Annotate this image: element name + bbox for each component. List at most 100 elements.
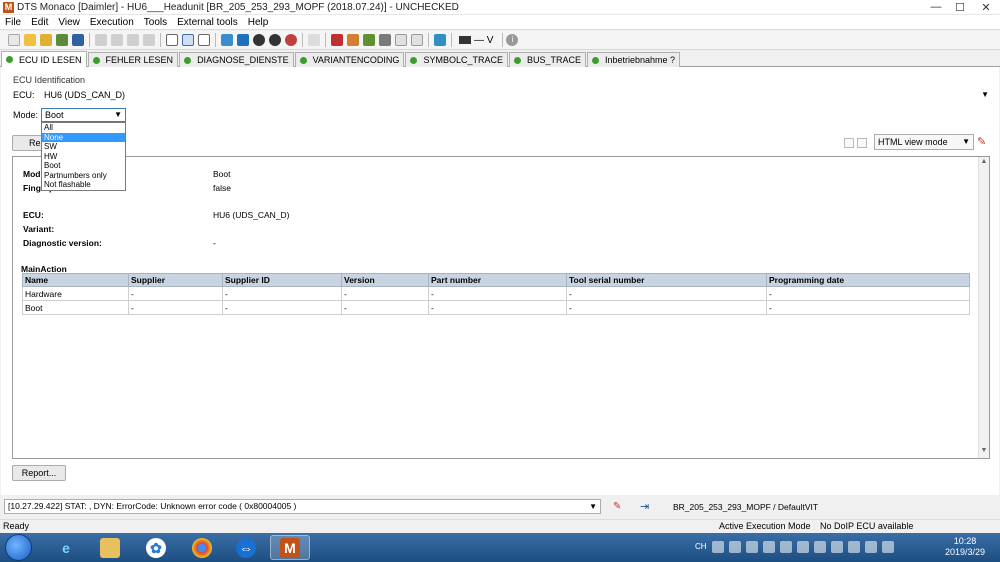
- tools-tray-icon[interactable]: [814, 541, 826, 553]
- shield-tray-icon[interactable]: [780, 541, 792, 553]
- internet-explorer-icon: e: [62, 539, 70, 556]
- view-toggle-group: [844, 138, 870, 148]
- menu-execution[interactable]: Execution: [85, 17, 139, 28]
- keyboard-tray-icon[interactable]: [729, 541, 741, 553]
- close-button[interactable]: ✕: [972, 0, 1000, 15]
- mode-option-not-flashable[interactable]: Not flashable: [42, 180, 125, 190]
- scroll-up-icon[interactable]: ▲: [979, 158, 989, 168]
- export-icon[interactable]: [56, 34, 68, 46]
- usb-tray-icon[interactable]: [746, 541, 758, 553]
- mode-option-boot[interactable]: Boot: [42, 161, 125, 171]
- help-tray-icon[interactable]: [712, 541, 724, 553]
- minimize-button[interactable]: —: [924, 0, 948, 15]
- monitor-tray-icon[interactable]: [848, 541, 860, 553]
- login-icon[interactable]: ⇥: [640, 500, 649, 513]
- taskbar-ie[interactable]: e: [46, 535, 86, 560]
- teamviewer-icon: ⇔: [236, 537, 256, 558]
- view-mode-select[interactable]: HTML view mode ▼: [874, 134, 974, 150]
- cut-icon[interactable]: [95, 34, 107, 46]
- save-icon[interactable]: [72, 34, 84, 46]
- layout-3-icon[interactable]: [198, 34, 210, 46]
- find-icon[interactable]: [308, 34, 320, 46]
- copy-icon[interactable]: [111, 34, 123, 46]
- input-language[interactable]: CH: [695, 542, 707, 551]
- menu-help[interactable]: Help: [243, 17, 274, 28]
- start-button-icon[interactable]: [5, 534, 32, 561]
- connect-icon[interactable]: [221, 34, 233, 46]
- flag-tray-icon[interactable]: [831, 541, 843, 553]
- hint-icon[interactable]: [434, 34, 446, 46]
- ecu-icon[interactable]: [363, 34, 375, 46]
- maximize-button[interactable]: ☐: [948, 0, 972, 15]
- signal-tray-icon[interactable]: [865, 541, 877, 553]
- ecu-select[interactable]: HU6 (UDS_CAN_D) ▼: [41, 88, 991, 102]
- tab-diagnose-dienste[interactable]: DIAGNOSE_DIENSTE: [179, 52, 294, 67]
- record-icon[interactable]: [253, 34, 265, 46]
- open-folder-icon[interactable]: [24, 34, 36, 46]
- column-header: Supplier ID: [222, 273, 342, 287]
- column-header: Part number: [428, 273, 567, 287]
- reset-icon[interactable]: [285, 34, 297, 46]
- network-tray-icon[interactable]: [763, 541, 775, 553]
- mode-option-hw[interactable]: HW: [42, 152, 125, 162]
- taskbar-explorer[interactable]: [90, 535, 130, 560]
- log-message: [10.27.29.422] STAT: , DYN: ErrorCode: U…: [8, 501, 297, 511]
- paste-icon[interactable]: [127, 34, 139, 46]
- stop-icon[interactable]: [237, 34, 249, 46]
- log-line-area: [10.27.29.422] STAT: , DYN: ErrorCode: U…: [0, 497, 1000, 517]
- system-tray: [712, 541, 899, 553]
- new-file-icon[interactable]: [8, 34, 20, 46]
- layout-2-icon[interactable]: [182, 34, 194, 46]
- copy-view-icon[interactable]: [844, 138, 854, 148]
- tab-ecu-id-lesen[interactable]: ECU ID LESEN: [1, 51, 87, 67]
- menu-edit[interactable]: Edit: [26, 17, 53, 28]
- tab-inbetriebnahme[interactable]: Inbetriebnahme ?: [586, 52, 681, 67]
- report-button[interactable]: Report...: [12, 465, 66, 481]
- chevron-down-icon: ▼: [114, 110, 122, 119]
- menu-view[interactable]: View: [53, 17, 85, 28]
- mode-option-partnumbers-only[interactable]: Partnumbers only: [42, 171, 125, 181]
- info-icon[interactable]: i: [506, 34, 519, 46]
- column-header: Programming date: [766, 273, 970, 287]
- security-tray-icon[interactable]: [797, 541, 809, 553]
- menu-tools[interactable]: Tools: [139, 17, 172, 28]
- volume-tray-icon[interactable]: [882, 541, 894, 553]
- tab-symbolc-trace[interactable]: SYMBOLC_TRACE: [405, 52, 508, 67]
- tab-bus-trace[interactable]: BUS_TRACE: [508, 52, 586, 67]
- pause-icon[interactable]: [269, 34, 281, 46]
- report-view: Mod Boot Fingerprint read false ECU: HU6…: [12, 156, 990, 459]
- menu-external-tools[interactable]: External tools: [172, 17, 243, 28]
- taskbar-teamviewer[interactable]: ⇔: [226, 535, 266, 560]
- tab-variantencoding[interactable]: VARIANTENCODING: [294, 52, 405, 67]
- taskbar-clock[interactable]: 10:28 2019/3/29: [940, 536, 990, 558]
- layout-1-icon[interactable]: [166, 34, 178, 46]
- scroll-down-icon[interactable]: ▼: [979, 447, 989, 457]
- config-icon[interactable]: [379, 34, 391, 46]
- tab-label: ECU ID LESEN: [19, 54, 82, 65]
- mode-field-value: Boot: [213, 169, 231, 179]
- document-icon[interactable]: [395, 34, 407, 46]
- mode-option-none[interactable]: None: [42, 132, 125, 142]
- mode-option-all[interactable]: All: [42, 123, 125, 133]
- log-combo[interactable]: [10.27.29.422] STAT: , DYN: ErrorCode: U…: [4, 499, 601, 514]
- clear-log-icon[interactable]: ✎: [613, 501, 621, 512]
- variant-icon[interactable]: [347, 34, 359, 46]
- taskbar-chrome[interactable]: [182, 535, 222, 560]
- flash-icon[interactable]: [331, 34, 343, 46]
- mode-select[interactable]: Boot ▼: [41, 108, 126, 122]
- delete-icon[interactable]: [143, 34, 155, 46]
- taskbar-dts-monaco[interactable]: M: [270, 535, 310, 560]
- mode-option-sw[interactable]: SW: [42, 142, 125, 152]
- menu-file[interactable]: File: [0, 17, 26, 28]
- edit-pencil-icon[interactable]: ✎: [977, 136, 989, 148]
- diagnostic-version-label: Diagnostic version:: [23, 238, 102, 248]
- report-scrollbar[interactable]: ▲ ▼: [978, 157, 989, 458]
- report-icon[interactable]: [411, 34, 423, 46]
- title-bar: M DTS Monaco [Daimler] - HU6___Headunit …: [0, 0, 1000, 15]
- print-view-icon[interactable]: [857, 138, 867, 148]
- tab-label: SYMBOLC_TRACE: [423, 55, 503, 65]
- tab-label: FEHLER LESEN: [105, 55, 174, 65]
- tab-fehler-lesen[interactable]: FEHLER LESEN: [87, 52, 179, 67]
- taskbar-app3[interactable]: ✿: [136, 535, 176, 560]
- open-workspace-icon[interactable]: [40, 34, 52, 46]
